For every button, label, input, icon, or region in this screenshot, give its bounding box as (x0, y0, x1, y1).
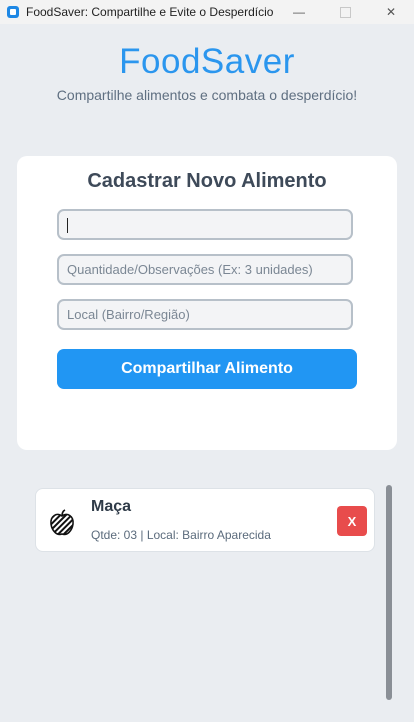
text-caret (67, 218, 68, 233)
food-details: Qtde: 03 | Local: Bairro Aparecida (91, 528, 271, 542)
window-titlebar: FoodSaver: Compartilhe e Evite o Desperd… (0, 0, 414, 24)
maximize-button (322, 0, 368, 24)
app-icon (7, 6, 19, 18)
form-title: Cadastrar Novo Alimento (87, 170, 327, 192)
window-controls: — ✕ (276, 0, 414, 24)
food-list-item: Maça Qtde: 03 | Local: Bairro Aparecida … (35, 488, 375, 552)
list-scrollbar[interactable] (384, 483, 394, 703)
apple-icon (50, 509, 74, 536)
maximize-icon (339, 6, 351, 18)
brand-title: FoodSaver (119, 42, 295, 81)
add-food-card: Cadastrar Novo Alimento Compartilhar Ali… (17, 156, 397, 450)
share-food-button[interactable]: Compartilhar Alimento (57, 349, 357, 389)
tagline: Compartilhe alimentos e combata o desper… (56, 87, 358, 103)
food-name-input[interactable] (57, 209, 353, 240)
minimize-button[interactable]: — (276, 0, 322, 24)
location-input[interactable] (57, 299, 353, 330)
close-button[interactable]: ✕ (368, 0, 414, 24)
quantity-input[interactable] (57, 254, 353, 285)
window-title: FoodSaver: Compartilhe e Evite o Desperd… (26, 5, 274, 19)
food-name: Maça (91, 498, 132, 515)
delete-item-button[interactable]: X (337, 506, 367, 536)
scrollbar-thumb[interactable] (386, 485, 392, 700)
